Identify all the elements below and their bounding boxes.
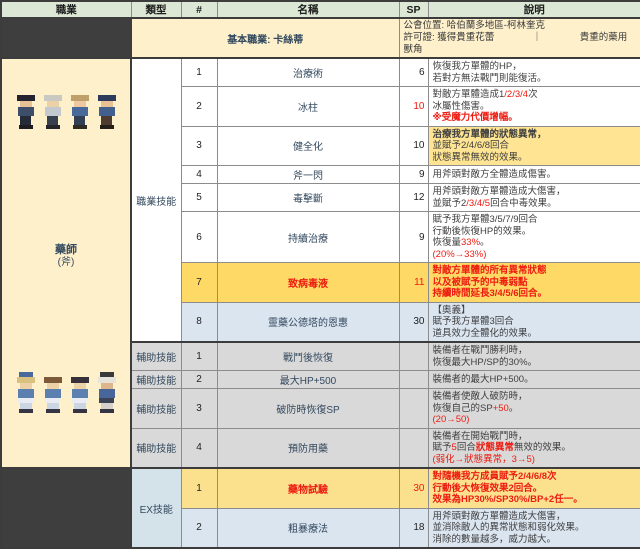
skill-row: 藥師(斧)職業技能1治療術6恢復我方單體的HP，若對方無法戰鬥則能復活。 xyxy=(1,58,640,87)
name-cell: 持續治療 xyxy=(217,212,399,263)
sp-cell: 10 xyxy=(399,87,428,127)
desc-cell: 恢復我方單體的HP，若對方無法戰鬥則能復活。 xyxy=(428,58,640,87)
type-cell: 輔助技能 xyxy=(131,389,181,429)
desc-cell: 用斧頭對敵方單體造成大傷害，並消除敵人的異常狀態和弱化效果。消除的數量越多，威力… xyxy=(428,508,640,548)
desc-cell: 用斧頭對敵方全體造成傷害。 xyxy=(428,166,640,184)
type-cell: 職業技能 xyxy=(131,58,181,342)
type-cell: EX技能 xyxy=(131,468,181,548)
num-cell: 2 xyxy=(181,508,217,548)
base-class-label: 基本職業: 卡絲蒂 xyxy=(131,18,399,58)
col-header-number: # xyxy=(181,1,217,18)
header-row: 職業 類型 # 名稱 SP 說明 xyxy=(1,1,640,18)
name-cell: 冰柱 xyxy=(217,87,399,127)
col-header-name: 名稱 xyxy=(217,1,399,18)
sp-cell: 30 xyxy=(399,302,428,342)
job-cell: 藥師(斧) xyxy=(1,58,131,468)
num-cell: 8 xyxy=(181,302,217,342)
character-sprites-bottom xyxy=(2,372,130,413)
num-cell: 1 xyxy=(181,468,217,508)
job-weapon: (斧) xyxy=(2,257,130,269)
col-header-type: 類型 xyxy=(131,1,181,18)
job-cell-ex xyxy=(1,468,131,548)
sp-cell xyxy=(399,371,428,389)
character-sprite xyxy=(96,372,118,413)
desc-cell: 【奧義】賦予我方單體3回合道具效力全體化的效果。 xyxy=(428,302,640,342)
name-cell: 靈藥公德塔的恩惠 xyxy=(217,302,399,342)
name-cell: 戰鬥後恢復 xyxy=(217,342,399,371)
sp-cell: 12 xyxy=(399,184,428,212)
character-sprite xyxy=(96,90,118,129)
num-cell: 7 xyxy=(181,263,217,303)
sp-cell xyxy=(399,389,428,429)
name-cell: 最大HP+500 xyxy=(217,371,399,389)
character-sprites-top xyxy=(2,90,130,129)
character-sprite xyxy=(42,90,64,129)
desc-cell: 裝備者在戰鬥勝利時，恢復最大HP/SP的30%。 xyxy=(428,342,640,371)
type-cell: 輔助技能 xyxy=(131,428,181,468)
sp-cell: 10 xyxy=(399,126,428,166)
desc-cell: 賦予我方單體3/5/7/9回合行動後恢復HP的效果。恢復量33%。(20%→33… xyxy=(428,212,640,263)
desc-cell: 用斧頭對敵方單體造成大傷害，並賦予2/3/4/5回合中毒效果。 xyxy=(428,184,640,212)
character-sprite xyxy=(15,372,37,413)
col-header-sp: SP xyxy=(399,1,428,18)
base-class-row: 基本職業: 卡絲蒂 公會位置: 哈伯蘭多地區-柯林奎克 許可證: 獲得貴重花蕾 … xyxy=(1,18,640,58)
sp-cell: 18 xyxy=(399,508,428,548)
sp-cell: 30 xyxy=(399,468,428,508)
name-cell: 毒擊斷 xyxy=(217,184,399,212)
desc-cell: 裝備者的最大HP+500。 xyxy=(428,371,640,389)
name-cell: 治療術 xyxy=(217,58,399,87)
num-cell: 5 xyxy=(181,184,217,212)
sp-cell xyxy=(399,428,428,468)
name-cell: 健全化 xyxy=(217,126,399,166)
name-cell: 藥物試驗 xyxy=(217,468,399,508)
col-header-job: 職業 xyxy=(1,1,131,18)
type-cell: 輔助技能 xyxy=(131,371,181,389)
character-sprite xyxy=(42,372,64,413)
num-cell: 6 xyxy=(181,212,217,263)
character-sprite xyxy=(69,90,91,129)
num-cell: 4 xyxy=(181,428,217,468)
sp-cell: 9 xyxy=(399,212,428,263)
job-name: 藥師 xyxy=(2,244,130,257)
num-cell: 4 xyxy=(181,166,217,184)
name-cell: 致病毒液 xyxy=(217,263,399,303)
num-cell: 1 xyxy=(181,342,217,371)
sp-cell xyxy=(399,342,428,371)
num-cell: 2 xyxy=(181,371,217,389)
type-cell: 輔助技能 xyxy=(131,342,181,371)
skill-table: 職業 類型 # 名稱 SP 說明 基本職業: 卡絲蒂 公會位置: 哈伯蘭多地區-… xyxy=(0,0,640,549)
desc-cell: 對敵方單體造成1/2/3/4次冰屬性傷害。※受魔力代價增幅。 xyxy=(428,87,640,127)
name-cell: 破防時恢復SP xyxy=(217,389,399,429)
desc-cell: 對隨機我方成員賦予2/4/6/8次行動後大恢復效果2回合。效果為HP30%/SP… xyxy=(428,468,640,508)
num-cell: 2 xyxy=(181,87,217,127)
job-label: 藥師(斧) xyxy=(2,244,130,269)
name-cell: 預防用藥 xyxy=(217,428,399,468)
guild-license: 許可證: 獲得貴重花蕾 ｜ 貴重的藥用獸角 xyxy=(404,32,637,56)
character-sprite xyxy=(69,372,91,413)
sp-cell: 9 xyxy=(399,166,428,184)
guild-info-cell: 公會位置: 哈伯蘭多地區-柯林奎克 許可證: 獲得貴重花蕾 ｜ 貴重的藥用獸角 xyxy=(399,18,640,58)
base-job-cell xyxy=(1,18,131,58)
name-cell: 粗暴療法 xyxy=(217,508,399,548)
character-sprite xyxy=(15,90,37,129)
sp-cell: 6 xyxy=(399,58,428,87)
sp-cell: 11 xyxy=(399,263,428,303)
job-cell-content: 藥師(斧) xyxy=(2,78,130,448)
name-cell: 斧一閃 xyxy=(217,166,399,184)
num-cell: 3 xyxy=(181,126,217,166)
col-header-description: 說明 xyxy=(428,1,640,18)
desc-cell: 裝備者在開始戰鬥時，賦予5回合狀態異常無效的效果。(弱化→狀態異常，3→5) xyxy=(428,428,640,468)
skill-row: EX技能1藥物試驗30對隨機我方成員賦予2/4/6/8次行動後大恢復效果2回合。… xyxy=(1,468,640,508)
desc-cell: 對敵方單體的所有異常狀態以及被賦予的中毒弱點持續時間延長3/4/5/6回合。 xyxy=(428,263,640,303)
desc-cell: 裝備者使敵人破防時，恢復自己的SP+50。(20→50) xyxy=(428,389,640,429)
num-cell: 3 xyxy=(181,389,217,429)
guild-location: 公會位置: 哈伯蘭多地區-柯林奎克 xyxy=(404,20,637,32)
desc-cell: 治療我方單體的狀態異常，並賦予2/4/6/8回合狀態異常無效的效果。 xyxy=(428,126,640,166)
num-cell: 1 xyxy=(181,58,217,87)
